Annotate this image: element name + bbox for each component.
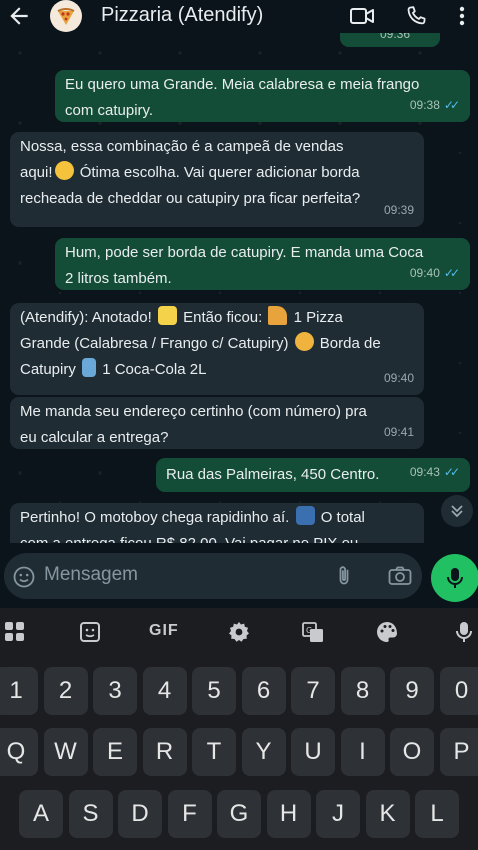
more-vertical-icon[interactable]	[452, 4, 472, 28]
message-composer: Mensagem	[0, 543, 478, 608]
relieved-face-emoji-icon	[54, 161, 74, 180]
partial-message-bubble: 09:36	[340, 33, 440, 47]
key-i[interactable]: I	[340, 728, 385, 776]
key-w[interactable]: W	[43, 728, 88, 776]
message-text: (Atendify): Anotado! Então ficou: 1 Pizz…	[20, 305, 414, 383]
key-7[interactable]: 7	[291, 667, 335, 715]
message-bubble-incoming[interactable]: Nossa, essa combinação é a campeã de ven…	[10, 132, 424, 227]
cup-with-straw-emoji-icon	[82, 358, 97, 377]
memo-emoji-icon	[157, 306, 177, 325]
read-receipt-icon: ✓✓	[443, 266, 460, 280]
message-time: 09:40	[409, 266, 440, 280]
message-time: 09:43	[409, 465, 440, 479]
motor-scooter-emoji-icon	[295, 506, 315, 525]
key-8[interactable]: 8	[340, 667, 385, 715]
keyboard-mic-icon[interactable]	[452, 620, 476, 644]
message-bubble-incoming[interactable]: (Atendify): Anotado! Então ficou: 1 Pizz…	[10, 303, 424, 395]
key-1[interactable]: 1	[0, 667, 38, 715]
message-meta: 09:39	[384, 197, 414, 223]
gif-button[interactable]: GIF	[149, 622, 179, 646]
message-bubble-incoming[interactable]: Pertinho! O motoboy chega rapidinho aí. …	[10, 503, 424, 543]
key-0[interactable]: 0	[439, 667, 478, 715]
message-time: 09:36	[379, 33, 410, 41]
key-3[interactable]: 3	[93, 667, 137, 715]
message-bubble-outgoing[interactable]: Eu quero uma Grande. Meia calabresa e me…	[55, 70, 470, 122]
message-time: 09:39	[383, 203, 414, 217]
sticker-smiley-icon[interactable]	[12, 565, 36, 589]
key-9[interactable]: 9	[390, 667, 434, 715]
key-4[interactable]: 4	[142, 667, 187, 715]
settings-gear-icon[interactable]	[227, 620, 251, 644]
keyboard-toolbar: GIF G	[0, 608, 478, 656]
key-a[interactable]: A	[19, 790, 63, 838]
read-receipt-icon: ✓✓	[443, 465, 460, 479]
soft-keyboard: GIF G 1234567890 QWERTYUIOP ASDFGHJKL	[0, 608, 478, 850]
arrow-left-icon[interactable]	[6, 3, 32, 29]
key-k[interactable]: K	[365, 790, 410, 838]
whatsapp-chat-screen: Pizzaria (Atendify) 09:36 Eu quero uma G…	[0, 0, 478, 850]
message-text: Pertinho! O motoboy chega rapidinho aí. …	[20, 505, 414, 543]
message-text: Hum, pode ser borda de catupiry. E manda…	[65, 244, 424, 287]
key-g[interactable]: G	[217, 790, 261, 838]
key-l[interactable]: L	[415, 790, 459, 838]
contact-name[interactable]: Pizzaria (Atendify)	[101, 4, 263, 27]
message-meta: 09:41	[384, 419, 414, 445]
chat-header: Pizzaria (Atendify)	[0, 0, 478, 33]
message-time: 09:40	[383, 371, 414, 385]
phone-icon[interactable]	[403, 4, 429, 28]
key-d[interactable]: D	[118, 790, 162, 838]
key-p[interactable]: P	[439, 728, 478, 776]
read-receipt-icon: ✓✓	[443, 98, 460, 112]
key-j[interactable]: J	[316, 790, 360, 838]
svg-text:G: G	[306, 626, 312, 635]
chevron-double-down-icon	[451, 505, 463, 518]
message-meta: 09:40 ✓✓	[410, 260, 460, 286]
message-meta: 09:40	[384, 365, 414, 391]
key-f[interactable]: F	[167, 790, 212, 838]
mic-icon	[447, 568, 463, 588]
key-u[interactable]: U	[291, 728, 335, 776]
sticker-icon[interactable]	[78, 620, 102, 644]
key-q[interactable]: Q	[0, 728, 38, 776]
translate-icon[interactable]: G	[301, 620, 325, 644]
video-call-icon[interactable]	[349, 4, 375, 28]
message-text: Nossa, essa combinação é a campeã de ven…	[20, 138, 361, 207]
message-meta: 09:43 ✓✓	[410, 459, 460, 485]
key-6[interactable]: 6	[241, 667, 286, 715]
contact-avatar[interactable]	[50, 0, 82, 32]
message-list[interactable]: 09:36 Eu quero uma Grande. Meia calabres…	[0, 33, 478, 543]
palette-icon[interactable]	[375, 620, 399, 644]
key-y[interactable]: Y	[241, 728, 286, 776]
key-2[interactable]: 2	[43, 667, 88, 715]
cheese-emoji-icon	[294, 332, 314, 351]
message-time: 09:41	[383, 425, 414, 439]
paperclip-icon[interactable]	[332, 564, 356, 588]
message-input-container[interactable]: Mensagem	[4, 553, 422, 599]
message-text: Me manda seu endereço certinho (com núme…	[20, 403, 367, 446]
scroll-to-bottom-button[interactable]	[441, 495, 473, 527]
message-bubble-outgoing[interactable]: Hum, pode ser borda de catupiry. E manda…	[55, 238, 470, 290]
key-h[interactable]: H	[266, 790, 311, 838]
message-bubble-incoming[interactable]: Me manda seu endereço certinho (com núme…	[10, 397, 424, 449]
key-t[interactable]: T	[192, 728, 236, 776]
message-time: 09:38	[409, 98, 440, 112]
pizza-emoji-icon	[268, 306, 288, 325]
message-meta: 09:38 ✓✓	[410, 92, 460, 118]
apps-grid-icon[interactable]	[3, 620, 27, 644]
message-input[interactable]: Mensagem	[44, 564, 138, 586]
key-o[interactable]: O	[390, 728, 434, 776]
key-s[interactable]: S	[68, 790, 113, 838]
message-bubble-outgoing[interactable]: Rua das Palmeiras, 450 Centro. 09:43 ✓✓	[156, 458, 470, 492]
voice-message-button[interactable]	[431, 554, 478, 602]
message-text: Eu quero uma Grande. Meia calabresa e me…	[65, 76, 420, 119]
camera-icon[interactable]	[387, 564, 413, 588]
key-r[interactable]: R	[142, 728, 187, 776]
key-5[interactable]: 5	[192, 667, 236, 715]
key-e[interactable]: E	[93, 728, 137, 776]
